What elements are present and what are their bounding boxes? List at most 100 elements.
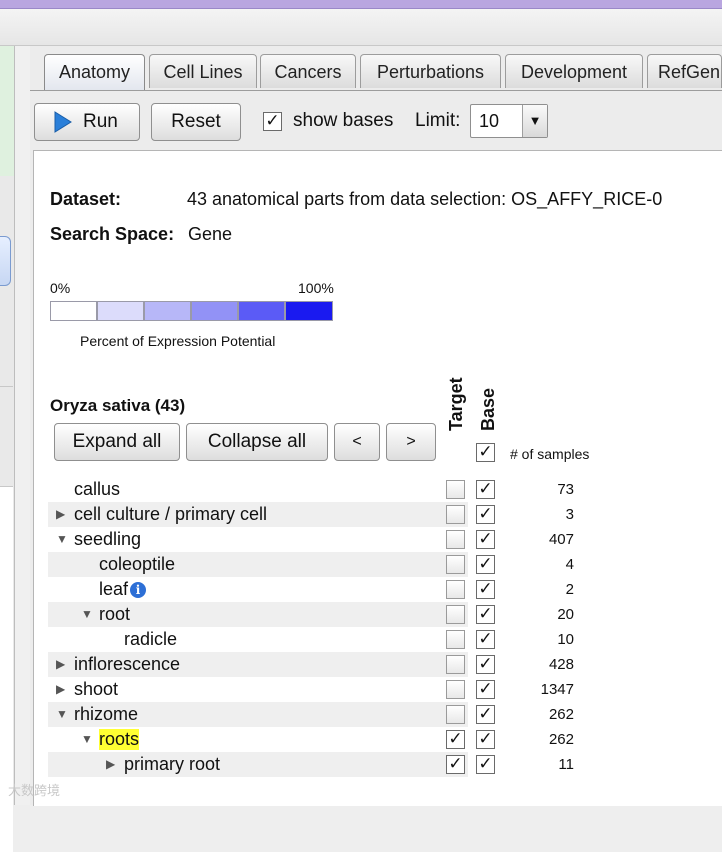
legend-swatch bbox=[191, 301, 238, 321]
sample-count: 10 bbox=[557, 631, 574, 648]
target-checkbox[interactable] bbox=[446, 680, 465, 699]
show-bases-label: show bases bbox=[293, 110, 394, 131]
base-checkbox[interactable]: ✓ bbox=[476, 680, 495, 699]
base-checkbox[interactable]: ✓ bbox=[476, 755, 495, 774]
run-button[interactable]: Run bbox=[34, 103, 140, 141]
limit-select[interactable]: 10 ▼ bbox=[470, 104, 548, 138]
sample-count: 73 bbox=[557, 481, 574, 498]
window-title-strip bbox=[0, 9, 722, 46]
sample-count: 3 bbox=[565, 506, 574, 523]
tree-row[interactable]: ▼ rhizome bbox=[48, 702, 468, 727]
base-checkbox[interactable]: ✓ bbox=[476, 705, 495, 724]
tree-row[interactable]: ▼ roots bbox=[48, 727, 468, 752]
base-checkbox[interactable]: ✓ bbox=[476, 580, 495, 599]
limit-value: 10 bbox=[479, 111, 500, 131]
samples-column-header: # of samples bbox=[510, 446, 590, 462]
target-checkbox[interactable] bbox=[446, 605, 465, 624]
next-button[interactable]: > bbox=[386, 423, 436, 461]
base-select-all-checkbox[interactable]: ✓ bbox=[476, 443, 495, 462]
tree-row[interactable]: ▼ seedling bbox=[48, 527, 468, 552]
expanded-triangle-icon[interactable]: ▼ bbox=[81, 607, 93, 621]
expand-all-button[interactable]: Expand all bbox=[54, 423, 180, 461]
tab-refgen[interactable]: RefGen bbox=[647, 54, 722, 88]
tab-perturbations[interactable]: Perturbations bbox=[360, 54, 501, 88]
tree-row[interactable]: radicle bbox=[48, 627, 468, 652]
tree-row[interactable]: ▶ shoot bbox=[48, 677, 468, 702]
base-checkbox[interactable]: ✓ bbox=[476, 730, 495, 749]
legend-swatch bbox=[97, 301, 144, 321]
info-icon[interactable]: i bbox=[130, 582, 146, 598]
legend-caption: Percent of Expression Potential bbox=[80, 333, 276, 349]
search-space-value: Gene bbox=[188, 224, 233, 244]
sample-count: 4 bbox=[565, 556, 574, 573]
target-checkbox[interactable]: ✓ bbox=[446, 730, 465, 749]
collapsed-triangle-icon[interactable]: ▶ bbox=[56, 507, 65, 521]
tree-row[interactable]: ▶ inflorescence bbox=[48, 652, 468, 677]
tree-row-label: seedling bbox=[74, 529, 142, 549]
expanded-triangle-icon[interactable]: ▼ bbox=[56, 532, 68, 546]
sample-count: 2 bbox=[565, 581, 574, 598]
dataset-label: Dataset: bbox=[50, 189, 122, 209]
sample-count: 428 bbox=[548, 656, 574, 673]
collapse-all-button[interactable]: Collapse all bbox=[186, 423, 328, 461]
sample-count: 20 bbox=[557, 606, 574, 623]
tree-row[interactable]: leaf i bbox=[48, 577, 468, 602]
target-checkbox[interactable]: ✓ bbox=[446, 755, 465, 774]
legend-swatch bbox=[238, 301, 285, 321]
base-checkbox[interactable]: ✓ bbox=[476, 655, 495, 674]
left-panel-divider bbox=[0, 306, 13, 387]
tree-title: Oryza sativa (43) bbox=[50, 396, 186, 415]
target-column-header: Target bbox=[446, 377, 466, 431]
sample-count: 262 bbox=[548, 706, 574, 723]
collapsed-triangle-icon[interactable]: ▶ bbox=[106, 757, 115, 771]
tree-row-label: leaf bbox=[99, 579, 129, 599]
chevron-down-icon[interactable]: ▼ bbox=[522, 105, 547, 137]
base-checkbox[interactable]: ✓ bbox=[476, 530, 495, 549]
sample-count: 1347 bbox=[540, 681, 574, 698]
target-checkbox[interactable] bbox=[446, 530, 465, 549]
sample-count: 262 bbox=[548, 731, 574, 748]
base-checkbox[interactable]: ✓ bbox=[476, 505, 495, 524]
target-checkbox[interactable] bbox=[446, 630, 465, 649]
tree-row[interactable]: callus bbox=[48, 477, 468, 502]
base-checkbox[interactable]: ✓ bbox=[476, 630, 495, 649]
target-checkbox[interactable] bbox=[446, 480, 465, 499]
tab-development[interactable]: Development bbox=[505, 54, 643, 88]
target-checkbox[interactable] bbox=[446, 555, 465, 574]
legend-swatch bbox=[50, 301, 97, 321]
tree-row-label: rhizome bbox=[74, 704, 139, 724]
collapsed-triangle-icon[interactable]: ▶ bbox=[56, 682, 65, 696]
base-checkbox[interactable]: ✓ bbox=[476, 555, 495, 574]
tree-row-label: cell culture / primary cell bbox=[74, 504, 268, 524]
search-space-label: Search Space: bbox=[50, 224, 175, 244]
left-side-panel bbox=[0, 46, 15, 852]
collapsed-triangle-icon[interactable]: ▶ bbox=[56, 657, 65, 671]
expanded-triangle-icon[interactable]: ▼ bbox=[56, 707, 68, 721]
tree-row-label: callus bbox=[74, 479, 121, 499]
target-checkbox[interactable] bbox=[446, 655, 465, 674]
tree-row[interactable]: ▶ cell culture / primary cell bbox=[48, 502, 468, 527]
target-checkbox[interactable] bbox=[446, 505, 465, 524]
tree-row-label: root bbox=[99, 604, 131, 624]
tab-cell-lines[interactable]: Cell Lines bbox=[149, 54, 257, 88]
tree-row[interactable]: coleoptile bbox=[48, 552, 468, 577]
legend-min-label: 0% bbox=[50, 280, 71, 296]
target-checkbox[interactable] bbox=[446, 580, 465, 599]
left-panel-button[interactable] bbox=[0, 236, 11, 286]
main-panel: Anatomy Cell Lines Cancers Perturbations… bbox=[30, 46, 722, 806]
show-bases-checkbox[interactable]: ✓ bbox=[263, 112, 282, 131]
expanded-triangle-icon[interactable]: ▼ bbox=[81, 732, 93, 746]
dataset-value: 43 anatomical parts from data selection:… bbox=[187, 189, 663, 209]
base-checkbox[interactable]: ✓ bbox=[476, 480, 495, 499]
limit-label: Limit: bbox=[415, 110, 461, 131]
target-checkbox[interactable] bbox=[446, 705, 465, 724]
previous-button[interactable]: < bbox=[334, 423, 380, 461]
splitter[interactable] bbox=[15, 46, 30, 805]
tab-cancers[interactable]: Cancers bbox=[260, 54, 356, 88]
base-checkbox[interactable]: ✓ bbox=[476, 605, 495, 624]
left-panel-green-area bbox=[0, 46, 14, 176]
reset-button[interactable]: Reset bbox=[151, 103, 241, 141]
tree-row[interactable]: ▶ primary root bbox=[48, 752, 468, 777]
tab-anatomy[interactable]: Anatomy bbox=[44, 54, 145, 91]
tree-row[interactable]: ▼ root bbox=[48, 602, 468, 627]
